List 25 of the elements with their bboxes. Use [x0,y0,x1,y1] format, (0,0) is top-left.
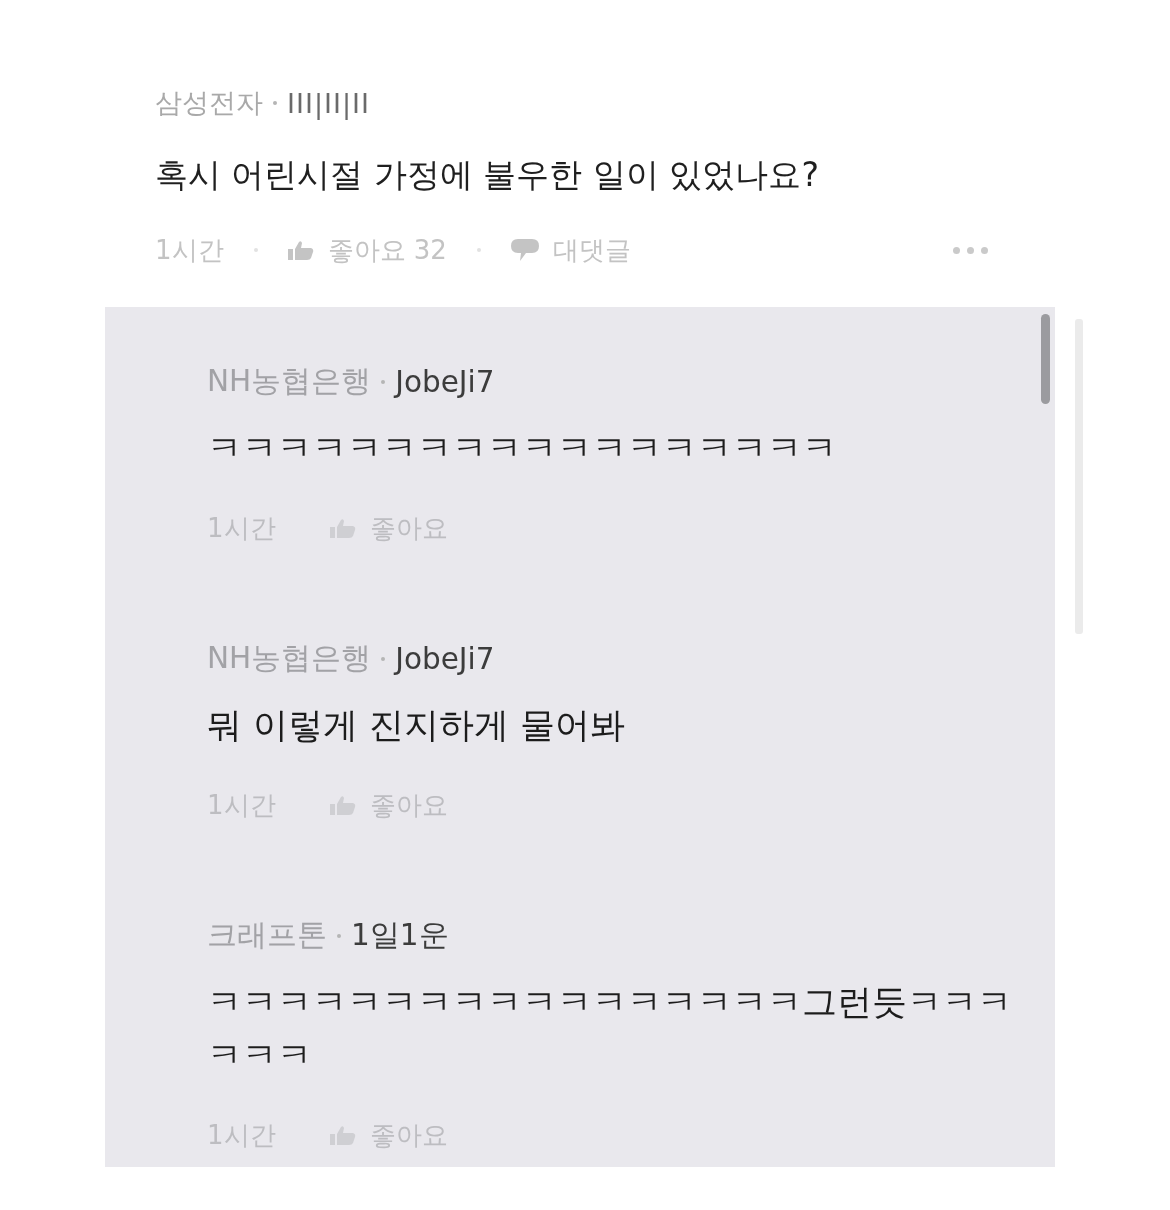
thumbs-up-icon [287,240,314,260]
timestamp: 1시간 [155,233,224,267]
reply-button[interactable]: 대댓글 [510,232,631,268]
thumbs-up-icon [330,1125,356,1145]
username: 1일1운 [351,917,449,954]
author-name: 크래프톤 [207,917,327,954]
reply-text: 뭐 이렇게 진지하게 물어봐 [207,704,626,747]
reply-text: ㅋㅋㅋㅋㅋㅋㅋㅋㅋㅋㅋㅋㅋㅋㅋㅋㅋㅋ [207,427,838,470]
separator-dot-icon [381,380,386,384]
thumbs-up-icon [330,795,356,815]
speech-bubble-icon [510,239,539,261]
separator-dot-icon [381,657,386,661]
separator-dot-icon [273,101,277,105]
author-name: NH농협은행 [207,363,372,400]
username: JobeJi7 [395,365,495,399]
username: JobeJi7 [395,642,495,676]
author-name: NH농협은행 [207,640,372,677]
username: III|II|II [287,87,370,119]
scrollbar-thumb[interactable] [1041,314,1050,404]
separator-dot-icon [337,934,341,938]
like-button[interactable]: 좋아요 32 [287,232,447,268]
author-name: 삼성전자 [155,86,263,120]
comment-text: 혹시 어린시절 가정에 불우한 일이 있었나요? [155,154,820,196]
reply-text: ㅋㅋㅋㅋㅋㅋㅋㅋㅋㅋㅋㅋㅋㅋㅋㅋㅋ그런듯ㅋㅋㅋㅋㅋㅋ [207,981,1013,1077]
thumbs-up-icon [330,518,356,538]
